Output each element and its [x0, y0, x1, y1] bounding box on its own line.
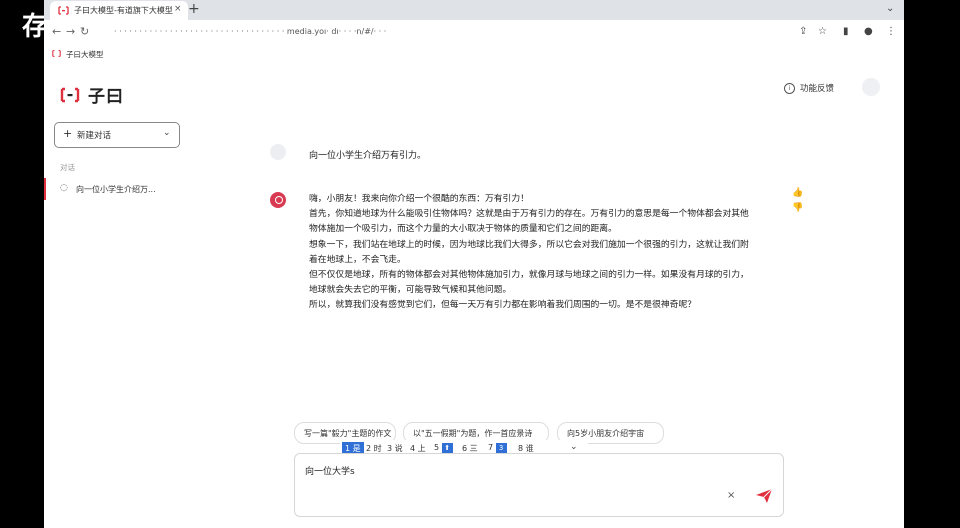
reload-icon[interactable]: ↻ — [80, 25, 89, 38]
tab-strip: 子曰大模型-有道旗下大模型 × + ⌄ — [44, 0, 904, 20]
back-icon[interactable]: ← — [52, 25, 61, 38]
side-panel-icon[interactable]: ▮ — [843, 26, 849, 37]
bot-paragraph: 想象一下，我们站在地球上的时候，因为地球比我们大得多，所以它会对我们施加一个很强… — [309, 239, 749, 265]
bookmark-item[interactable]: 子曰大模型 — [66, 49, 104, 60]
logo[interactable]: 子曰 — [60, 82, 124, 107]
new-chat-label: 新建对话 — [77, 131, 112, 141]
logo-text: 子曰 — [88, 87, 124, 107]
plus-icon: + — [63, 127, 73, 140]
bot-paragraph: 所以，就算我们没有感觉到它们，但每一天万有引力都在影响着我们周围的一切。是不是很… — [309, 300, 697, 311]
profile-icon[interactable]: ● — [864, 26, 873, 37]
bot-message: 嗨，小朋友！我来向你介绍一个很酷的东西：万有引力！ 首先，你知道地球为什么能吸引… — [309, 192, 749, 314]
tab-favicon-icon — [58, 6, 69, 15]
browser-window: 子曰大模型-有道旗下大模型 × + ⌄ ← → ↻ · · · · · · · … — [44, 0, 904, 528]
new-chat-button[interactable]: + 新建对话 ⌄ — [54, 122, 180, 148]
input-text: 向一位大学s — [305, 467, 355, 477]
tab-close-icon[interactable]: × — [174, 4, 182, 14]
clear-icon[interactable]: × — [727, 490, 735, 501]
app-page: 子曰 + 新建对话 ⌄ 对话 ◌ 向一位小学生介绍万... i 功能反馈 向一位… — [44, 62, 904, 528]
send-icon[interactable] — [755, 488, 773, 504]
chevron-down-icon[interactable]: ⌄ — [570, 442, 578, 452]
bookmark-star-icon[interactable]: ☆ — [818, 26, 827, 37]
avatar[interactable] — [862, 78, 880, 96]
bot-avatar — [270, 192, 286, 208]
thumbs-up-icon[interactable]: 👍 — [792, 188, 803, 198]
left-black-bar: 存 — [0, 0, 48, 528]
tab-active[interactable]: 子曰大模型-有道旗下大模型 × — [50, 1, 188, 20]
bot-paragraph: 嗨，小朋友！我来向你介绍一个很酷的东西：万有引力！ — [309, 194, 529, 204]
tab-search-chevron-icon[interactable]: ⌄ — [886, 3, 894, 14]
forward-icon[interactable]: → — [66, 25, 75, 38]
url-text: · · · · · · · · · · · · · · · · · · · · … — [114, 27, 387, 36]
feedback-button[interactable]: i 功能反馈 — [784, 82, 834, 94]
share-icon[interactable]: ⇪ — [799, 26, 807, 37]
bot-paragraph: 首先，你知道地球为什么能吸引住物体吗？这就是由于万有引力的存在。万有引力的意思是… — [309, 209, 749, 235]
tab-title: 子曰大模型-有道旗下大模型 — [74, 6, 173, 15]
active-indicator — [44, 178, 46, 200]
conversation-title: 向一位小学生介绍万... — [76, 185, 156, 194]
bookmark-favicon-icon — [52, 50, 61, 57]
message-input[interactable]: 向一位大学s × — [294, 453, 784, 517]
browser-menu-icon[interactable]: ⋮ — [886, 26, 896, 37]
bookmark-bar: 子曰大模型 — [44, 44, 904, 62]
address-bar[interactable]: · · · · · · · · · · · · · · · · · · · · … — [100, 23, 790, 41]
address-row: ← → ↻ · · · · · · · · · · · · · · · · · … — [44, 20, 904, 44]
user-message: 向一位小学生介绍万有引力。 — [309, 151, 427, 161]
bot-paragraph: 但不仅仅是地球，所有的物体都会对其他物体施加引力，就像月球与地球之间的引力一样。… — [309, 270, 749, 296]
feedback-label: 功能反馈 — [800, 84, 835, 94]
chevron-down-icon: ⌄ — [163, 128, 171, 138]
info-icon: i — [784, 82, 795, 94]
thumbs-down-icon[interactable]: 👎 — [792, 203, 803, 213]
new-tab-button[interactable]: + — [188, 1, 200, 17]
conversation-section-label: 对话 — [60, 163, 75, 172]
conversation-item[interactable]: ◌ 向一位小学生介绍万... — [44, 178, 204, 200]
right-black-bar — [904, 0, 960, 528]
logo-mark-icon — [60, 87, 80, 102]
chat-bubble-icon: ◌ — [60, 183, 68, 193]
user-avatar — [270, 144, 286, 160]
